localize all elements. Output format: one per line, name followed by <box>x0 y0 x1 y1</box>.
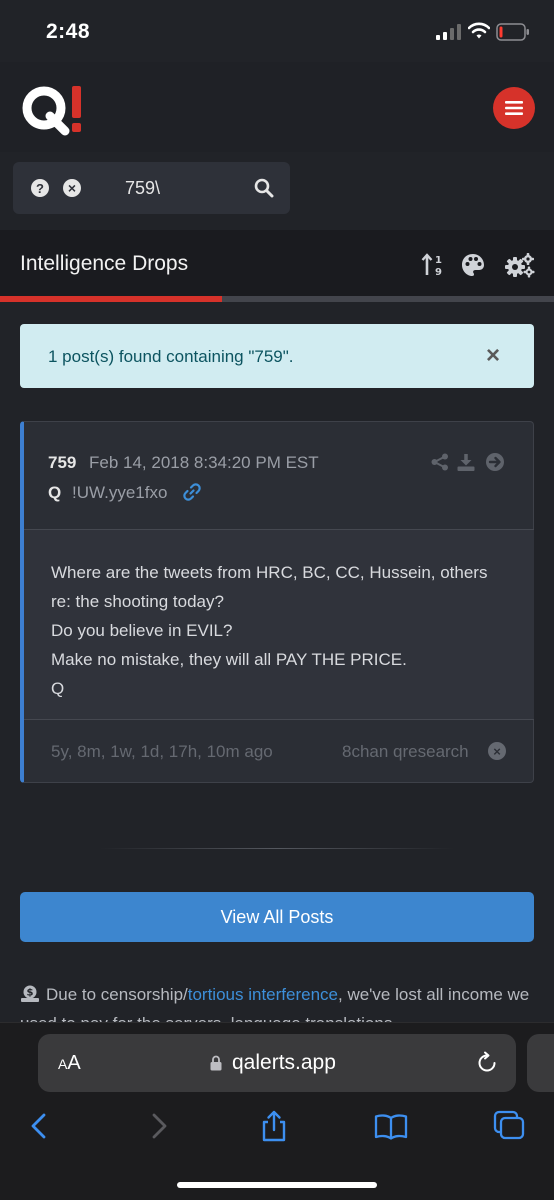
svg-text:9: 9 <box>435 267 442 278</box>
next-tab-preview[interactable] <box>527 1034 554 1092</box>
post-number[interactable]: 759 <box>48 453 76 473</box>
reload-icon[interactable] <box>475 1051 499 1075</box>
post-line: Q <box>51 679 65 698</box>
reader-text-size-button[interactable]: AA <box>58 1052 81 1075</box>
loading-progress-fill <box>0 296 222 302</box>
search-bar: ? × <box>13 162 290 214</box>
status-bar: 2:48 <box>0 0 554 62</box>
arrow-circle-right-icon[interactable] <box>485 452 505 472</box>
lock-icon <box>210 1055 222 1071</box>
post-line: Where are the tweets from HRC, BC, CC, H… <box>51 563 488 582</box>
page-title: Intelligence Drops <box>20 252 189 275</box>
post-age: 5y, 8m, 1w, 1d, 17h, 10m ago <box>51 742 273 761</box>
search-input[interactable] <box>125 175 245 201</box>
money-icon: $ <box>21 985 39 1002</box>
status-time: 2:48 <box>46 20 91 43</box>
palette-icon[interactable] <box>460 252 486 278</box>
source-close-icon[interactable]: × <box>488 742 506 760</box>
download-icon[interactable] <box>456 452 476 472</box>
svg-text:$: $ <box>27 988 34 999</box>
post-date: Feb 14, 2018 8:34:20 PM EST <box>89 453 319 472</box>
post-footer: 5y, 8m, 1w, 1d, 17h, 10m ago 8chan qrese… <box>24 721 534 783</box>
clear-icon[interactable]: × <box>63 179 81 197</box>
post-header: 759 Feb 14, 2018 8:34:20 PM EST Q !UW.yy… <box>24 422 534 530</box>
close-icon[interactable]: × <box>486 344 500 368</box>
settings-gears-icon[interactable] <box>505 252 535 278</box>
q-logo[interactable] <box>20 82 90 136</box>
post-line: Make no mistake, they will all PAY THE P… <box>51 650 407 669</box>
post-author: Q <box>48 483 62 502</box>
tortious-interference-link[interactable]: tortious interference <box>188 985 338 1004</box>
post-source[interactable]: 8chan qresearch <box>342 742 469 762</box>
forward-icon[interactable] <box>140 1110 176 1142</box>
wifi-icon <box>468 22 490 39</box>
url-text: qalerts.app <box>232 1051 336 1074</box>
svg-text:1: 1 <box>435 255 442 266</box>
hamburger-icon <box>505 101 523 115</box>
notice-prefix: Due to censorship/ <box>46 985 188 1004</box>
tabs-icon[interactable] <box>492 1110 528 1142</box>
link-icon[interactable] <box>182 482 202 502</box>
browser-chrome: AA qalerts.app <box>0 1022 554 1200</box>
sort-icon[interactable]: 1 9 <box>421 252 447 278</box>
alert-message: 1 post(s) found containing "759". <box>48 347 294 366</box>
back-icon[interactable] <box>22 1110 58 1142</box>
cellular-signal-icon <box>436 24 461 40</box>
share-sheet-icon[interactable] <box>256 1110 292 1142</box>
divider <box>100 848 454 849</box>
funding-notice: $ Due to censorship/tortious interferenc… <box>20 980 534 1022</box>
menu-button[interactable] <box>493 87 535 129</box>
battery-icon <box>496 23 529 41</box>
aa-small-label: A <box>58 1056 68 1072</box>
site-header <box>0 62 554 152</box>
post-line: re: the shooting today? <box>51 592 224 611</box>
aa-large-label: A <box>67 1052 81 1074</box>
address-bar[interactable]: AA qalerts.app <box>38 1034 516 1092</box>
section-header: Intelligence Drops 1 9 <box>0 230 554 298</box>
bookmarks-icon[interactable] <box>373 1110 409 1142</box>
post-body: Where are the tweets from HRC, BC, CC, H… <box>24 530 534 720</box>
post-tripcode: !UW.yye1fxo <box>72 483 168 502</box>
search-icon[interactable] <box>254 178 274 198</box>
home-indicator <box>177 1182 377 1188</box>
post-line: Do you believe in EVIL? <box>51 621 233 640</box>
question-icon[interactable]: ? <box>31 179 49 197</box>
view-all-posts-button[interactable]: View All Posts <box>20 892 534 942</box>
search-result-alert: 1 post(s) found containing "759". × <box>20 324 534 388</box>
share-icon[interactable] <box>430 452 450 472</box>
loading-progress <box>0 296 554 302</box>
post-card: 759 Feb 14, 2018 8:34:20 PM EST Q !UW.yy… <box>20 421 534 783</box>
